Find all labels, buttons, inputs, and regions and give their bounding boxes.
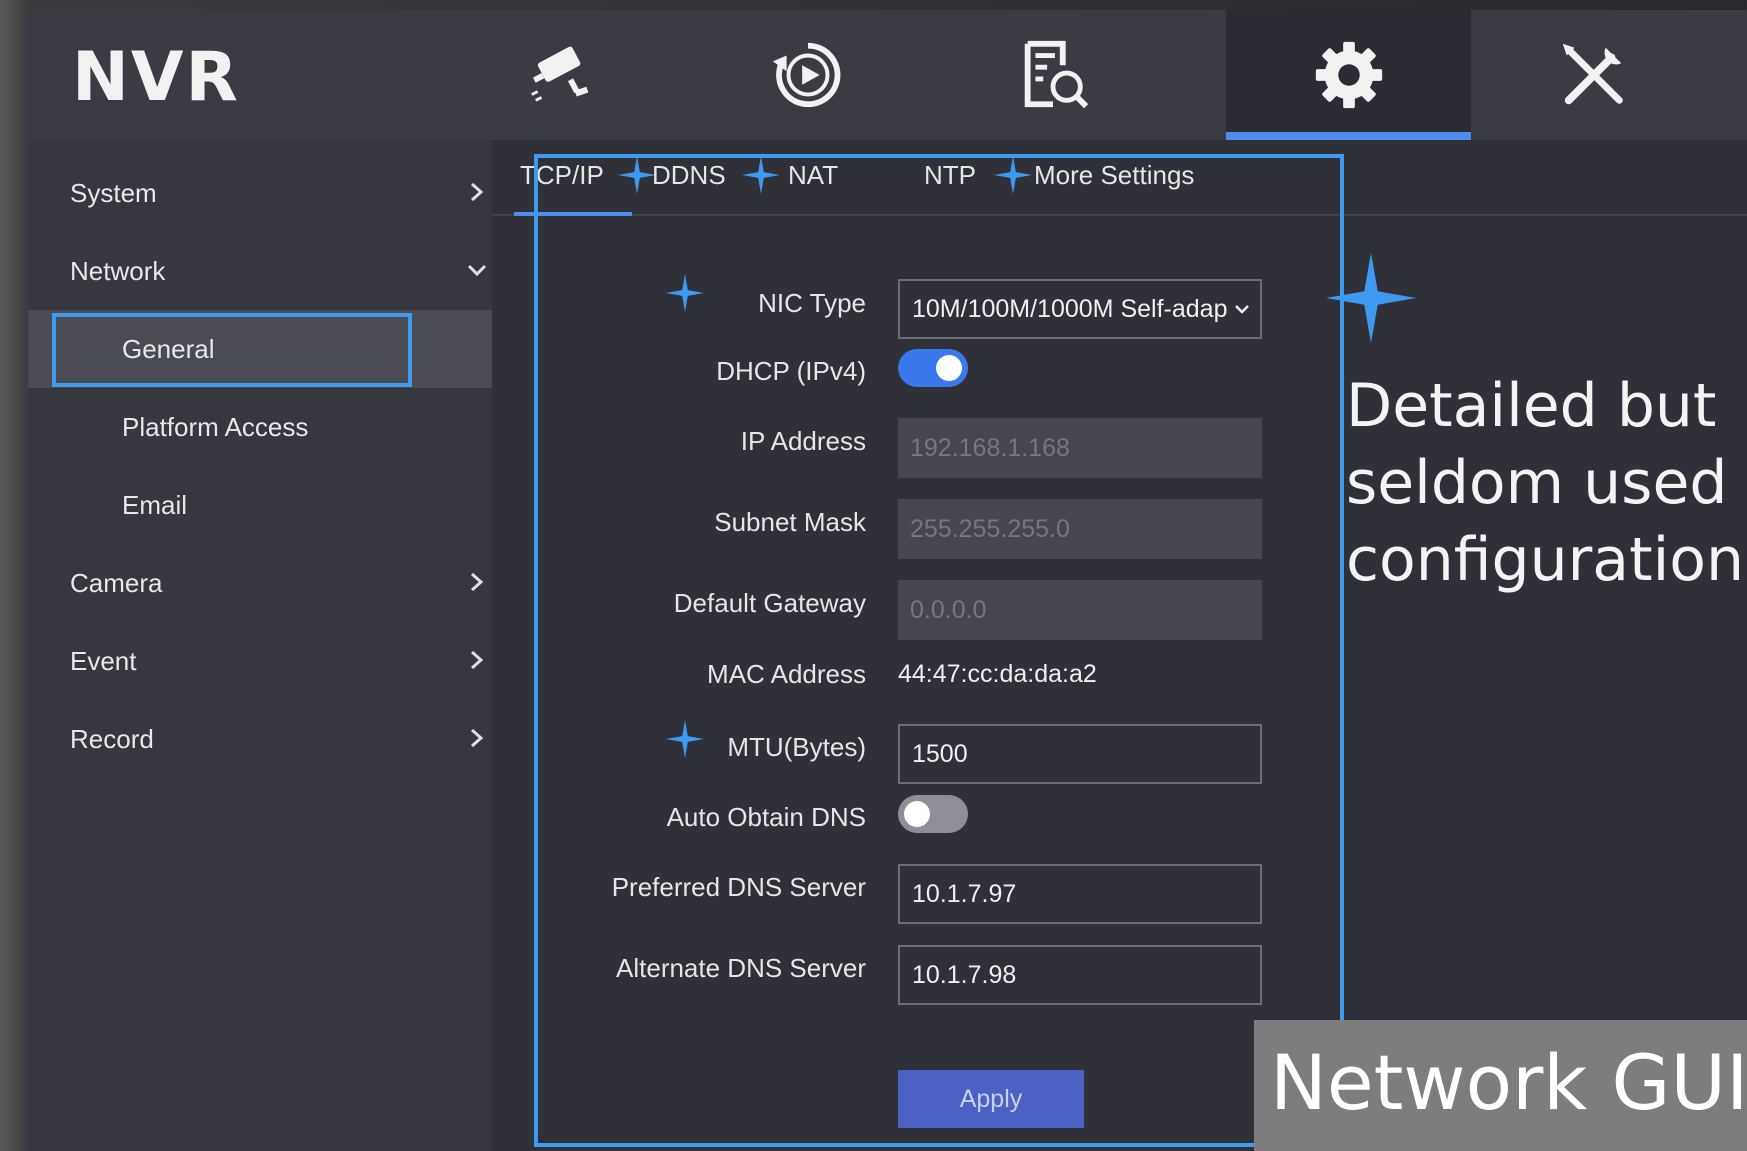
camera-icon: [530, 46, 588, 102]
sidebar-item-platform-access[interactable]: Platform Access: [28, 388, 492, 466]
network-general-panel: TCP/IP DDNS NAT NTP More Settings NIC Ty…: [492, 140, 1747, 1151]
chevron-right-icon: [471, 182, 484, 202]
maintenance-nav-button[interactable]: [1471, 10, 1716, 140]
annotation-line: seldom used: [1346, 448, 1728, 518]
annotation-line: configurations: [1346, 525, 1747, 595]
sidebar-item-system[interactable]: System: [28, 154, 492, 232]
sidebar-item-event[interactable]: Event: [28, 622, 492, 700]
chevron-right-icon: [471, 650, 484, 670]
tools-icon: [1562, 43, 1623, 105]
sidebar-item-label: Network: [70, 255, 166, 286]
nvr-logo: NVR: [72, 38, 240, 117]
configuration-nav-button[interactable]: [1226, 10, 1471, 140]
search-file-icon: [1024, 40, 1088, 109]
settings-gear-icon: [1315, 41, 1382, 109]
sidebar-item-label: Camera: [70, 567, 163, 598]
playback-icon: [772, 42, 840, 108]
settings-sidebar: System Network General Platform Access E…: [28, 140, 492, 1151]
sidebar-item-camera[interactable]: Camera: [28, 544, 492, 622]
caption-box: Network GUI: [1254, 1020, 1747, 1151]
playback-nav-button[interactable]: [685, 10, 930, 140]
top-navigation-bar: NVR: [28, 10, 1747, 140]
caption-text: Network GUI: [1270, 1038, 1747, 1127]
annotation-line: Detailed but: [1346, 371, 1717, 441]
sidebar-item-label: Record: [70, 723, 154, 754]
sidebar-item-label: Event: [70, 645, 137, 676]
search-nav-button[interactable]: [930, 10, 1175, 140]
sidebar-item-label: Platform Access: [122, 411, 309, 442]
sidebar-item-network[interactable]: Network: [28, 232, 492, 310]
highlight-box-panel: [534, 154, 1344, 1147]
annotation-note: Detailed but seldom used configurations: [1346, 368, 1747, 599]
sidebar-item-label: System: [70, 177, 157, 208]
chevron-right-icon: [471, 728, 484, 748]
live-view-nav-button[interactable]: [440, 10, 685, 140]
sidebar-item-record[interactable]: Record: [28, 700, 492, 778]
sidebar-item-email[interactable]: Email: [28, 466, 492, 544]
highlight-box-general: [52, 313, 412, 387]
chevron-down-icon: [467, 264, 487, 277]
chevron-right-icon: [471, 572, 484, 592]
active-nav-underline: [1226, 132, 1471, 140]
sidebar-item-label: Email: [122, 489, 188, 520]
star-marker-icon: [1326, 253, 1416, 343]
